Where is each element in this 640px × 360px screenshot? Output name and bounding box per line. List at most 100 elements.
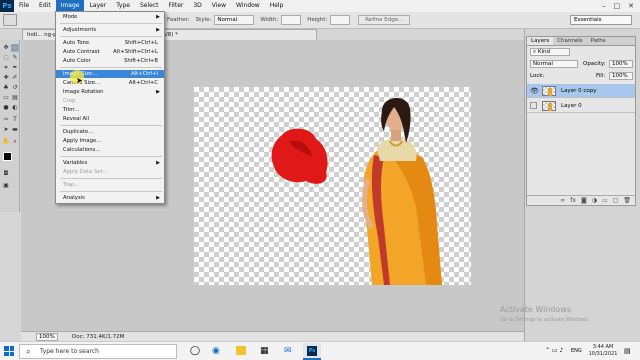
menu-item-apply-image[interactable]: Apply Image...: [56, 137, 164, 145]
document-canvas[interactable]: [194, 87, 471, 285]
blur-tool-icon[interactable]: ●: [2, 104, 10, 112]
menu-item-label: Crop: [63, 98, 76, 104]
eyedropper-icon[interactable]: ✒: [11, 64, 19, 72]
menu-separator: [60, 156, 162, 157]
history-brush-icon[interactable]: ↺: [11, 84, 19, 92]
hand-tool-icon[interactable]: ✋: [2, 138, 10, 146]
tab-channels[interactable]: Channels: [553, 37, 586, 45]
quick-select-icon[interactable]: ✎: [11, 54, 19, 62]
menu-file[interactable]: File: [14, 0, 34, 12]
brush-tool-icon[interactable]: ✐: [11, 74, 19, 82]
tab-paths[interactable]: Paths: [587, 37, 610, 45]
layers-panel: Layers Channels Paths ⌕ Kind Normal Opac…: [526, 36, 636, 206]
menu-item-image-rotation[interactable]: Image Rotation ▶: [56, 88, 164, 96]
maximize-button[interactable]: □: [614, 2, 621, 10]
height-field[interactable]: [330, 15, 351, 25]
taskbar-photoshop-button[interactable]: Ps: [303, 343, 321, 360]
menu-item-analysis[interactable]: Analysis ▶: [56, 194, 164, 202]
menu-item-auto-tone[interactable]: Auto Tone Shift+Ctrl+L: [56, 39, 164, 47]
menu-window[interactable]: Window: [231, 0, 265, 12]
system-tray-icons[interactable]: ⌃ ▭ ♪: [545, 347, 563, 354]
menu-item-variables[interactable]: Variables ▶: [56, 159, 164, 167]
menu-help[interactable]: Help: [265, 0, 289, 12]
crop-tool-icon[interactable]: ⌗: [2, 64, 10, 72]
pen-tool-icon[interactable]: ✑: [2, 116, 10, 124]
taskbar-clock[interactable]: 3:44 AM 10/31/2021: [588, 344, 618, 358]
language-indicator[interactable]: ENG: [571, 348, 582, 354]
photoshop-logo: Ps: [0, 0, 14, 12]
foreground-color-swatch[interactable]: [3, 152, 12, 161]
file-explorer-icon[interactable]: [236, 346, 246, 355]
zoom-field[interactable]: 100%: [36, 332, 58, 341]
menu-item-shortcut: Alt+Ctrl+C: [128, 80, 158, 86]
healing-brush-icon[interactable]: ✚: [2, 74, 10, 82]
menu-item-label: Analysis: [63, 195, 85, 201]
menu-item-mode[interactable]: Mode ▶: [56, 13, 164, 21]
watermark-title: Activate Windows: [500, 305, 572, 314]
taskbar-search-input[interactable]: ⌕ Type here to search: [19, 344, 177, 359]
workspace-select[interactable]: Essentials: [570, 15, 632, 25]
menu-item-auto-contrast[interactable]: Auto Contrast Alt+Shift+Ctrl+L: [56, 48, 164, 56]
layer-style-icon[interactable]: fx: [570, 196, 576, 205]
menu-separator: [60, 191, 162, 192]
kind-filter-select[interactable]: ⌕ Kind: [530, 48, 570, 56]
eraser-icon[interactable]: ▭: [2, 94, 10, 102]
menu-item-duplicate[interactable]: Duplicate...: [56, 128, 164, 136]
layer-row[interactable]: 👁 Layer 0 copy: [527, 84, 635, 98]
layer-row[interactable]: Layer 0: [527, 99, 635, 113]
clone-stamp-icon[interactable]: ♣: [2, 84, 10, 92]
menu-item-label: Variables: [63, 160, 88, 166]
menu-separator: [60, 23, 162, 24]
add-mask-icon[interactable]: ◙: [581, 196, 587, 205]
width-field[interactable]: [281, 15, 302, 25]
menu-item-shortcut: Alt+Ctrl+I: [130, 71, 158, 77]
notifications-icon[interactable]: ▤: [624, 347, 631, 355]
refine-edge-button[interactable]: Refine Edge...: [358, 15, 411, 25]
visibility-toggle[interactable]: [530, 102, 537, 109]
delete-layer-icon[interactable]: 🗑: [623, 196, 631, 205]
type-tool-icon[interactable]: T: [11, 116, 19, 124]
edge-browser-icon[interactable]: ◉: [212, 346, 220, 356]
screen-mode-icon[interactable]: ▣: [2, 182, 10, 190]
tab-layers[interactable]: Layers: [527, 37, 554, 45]
style-select[interactable]: Normal: [214, 15, 255, 25]
marquee-tool-icon[interactable]: ⬚: [11, 44, 19, 52]
move-tool-icon[interactable]: ✥: [2, 44, 10, 52]
style-label: Style:: [195, 17, 212, 23]
menu-edit[interactable]: Edit: [34, 0, 56, 12]
shape-tool-icon[interactable]: ▬: [11, 126, 19, 134]
windows-start-icon[interactable]: [4, 346, 14, 356]
path-select-icon[interactable]: ➤: [2, 126, 10, 134]
store-icon[interactable]: ▦: [260, 346, 269, 356]
task-view-icon[interactable]: ◯: [190, 346, 200, 356]
menu-item-calculations[interactable]: Calculations...: [56, 146, 164, 154]
menu-item-auto-color[interactable]: Auto Color Shift+Ctrl+B: [56, 57, 164, 65]
fill-field[interactable]: 100%: [609, 72, 633, 80]
adjustment-layer-icon[interactable]: ◑: [592, 196, 597, 205]
minimize-button[interactable]: –: [602, 2, 606, 10]
new-group-icon[interactable]: ▭: [602, 196, 608, 205]
gradient-icon[interactable]: ▤: [11, 94, 19, 102]
dodge-tool-icon[interactable]: ◐: [11, 104, 19, 112]
blend-mode-select[interactable]: Normal: [530, 60, 578, 68]
menu-item-reveal-all[interactable]: Reveal All: [56, 115, 164, 123]
menu-view[interactable]: View: [207, 0, 231, 12]
menu-item-adjustments[interactable]: Adjustments ▶: [56, 26, 164, 34]
menu-filter[interactable]: Filter: [164, 0, 189, 12]
quick-mask-icon[interactable]: ◘: [2, 170, 10, 178]
menu-separator: [60, 178, 162, 179]
close-button[interactable]: ✕: [628, 2, 634, 10]
lasso-tool-icon[interactable]: ◌: [2, 54, 10, 62]
link-layers-icon[interactable]: ∞: [560, 196, 565, 205]
layers-panel-footer: ∞ fx ◙ ◑ ▭ ▢ 🗑: [527, 195, 635, 205]
marquee-preset-icon[interactable]: [3, 14, 17, 26]
opacity-field[interactable]: 100%: [609, 60, 633, 68]
mail-icon[interactable]: ✉: [284, 346, 292, 356]
menu-3d[interactable]: 3D: [188, 0, 206, 12]
zoom-tool-icon[interactable]: ⌕: [11, 138, 19, 146]
new-layer-icon[interactable]: ▢: [613, 196, 619, 205]
eye-icon[interactable]: 👁: [530, 84, 539, 98]
menu-item-trim[interactable]: Trim...: [56, 106, 164, 114]
watermark-subtitle: Go to Settings to activate Windows.: [500, 317, 590, 323]
canvas-artwork: [271, 97, 442, 285]
